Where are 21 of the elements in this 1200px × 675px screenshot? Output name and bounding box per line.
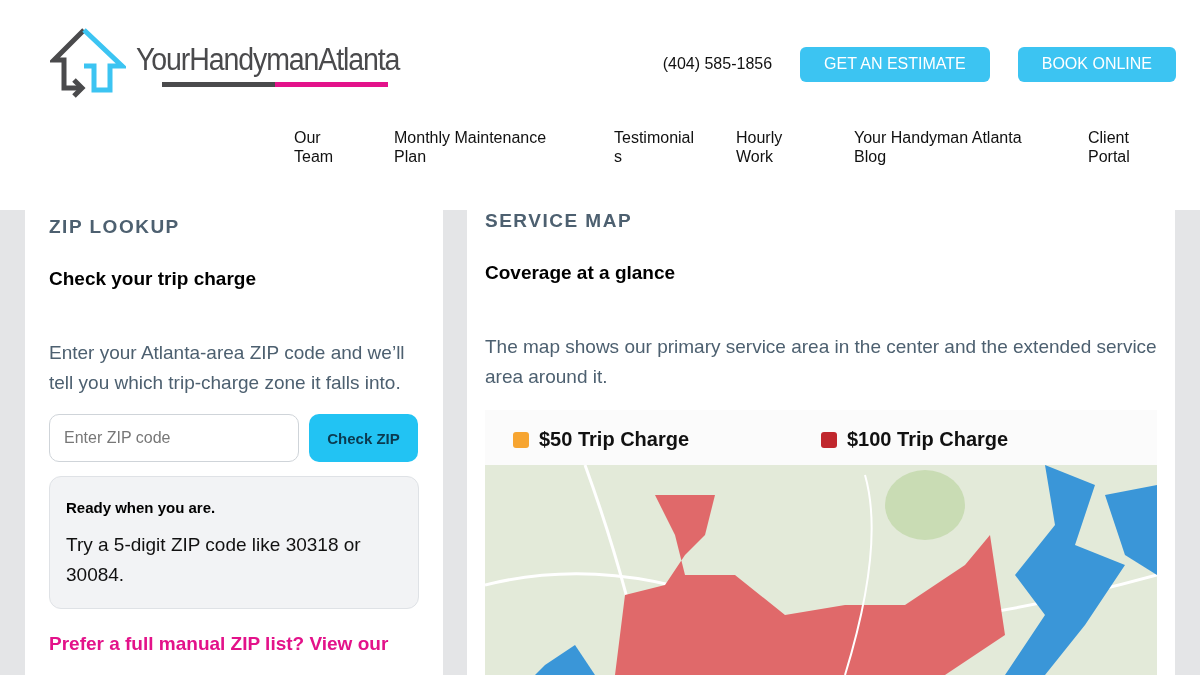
nav-link[interactable]: Testimonials bbox=[614, 128, 702, 166]
check-zip-button[interactable]: Check ZIP bbox=[309, 414, 418, 462]
section-eyebrow: ZIP LOOKUP bbox=[49, 216, 181, 238]
nav-link[interactable]: Monthly Maintenance Plan bbox=[394, 128, 564, 166]
zip-list-link[interactable]: Prefer a full manual ZIP list? View our bbox=[49, 633, 419, 655]
intro-text: The map shows our primary service area in the center and the extended service area around it. bbox=[485, 335, 1157, 389]
logo-text[interactable]: YourHandymanAtlanta bbox=[136, 41, 400, 78]
phone-number[interactable]: (404) 585-1856 bbox=[662, 55, 773, 73]
nav-link[interactable]: Hourly Work bbox=[736, 128, 796, 166]
legend-label: $50 Trip Charge bbox=[539, 428, 690, 451]
card-title: Coverage at a glance bbox=[485, 262, 677, 284]
result-text: Try a 5-digit ZIP code like 30318 or 30084. bbox=[66, 533, 362, 587]
intro-text: Enter your Atlanta-area ZIP code and we’ll tell you which trip-charge zone it falls into. bbox=[49, 341, 406, 395]
nav-link[interactable]: Your Handyman Atlanta Blog bbox=[854, 128, 1034, 166]
result-title: Ready when you are. bbox=[66, 499, 217, 516]
section-eyebrow: SERVICE MAP bbox=[485, 210, 634, 232]
nav-link[interactable]: Client Portal bbox=[1088, 128, 1148, 166]
nav-link[interactable]: Our Team bbox=[294, 128, 342, 166]
legend-label: $100 Trip Charge bbox=[847, 428, 1009, 451]
card-title: Check your trip charge bbox=[49, 268, 257, 290]
zip-input-field[interactable]: Enter ZIP code bbox=[49, 414, 299, 462]
